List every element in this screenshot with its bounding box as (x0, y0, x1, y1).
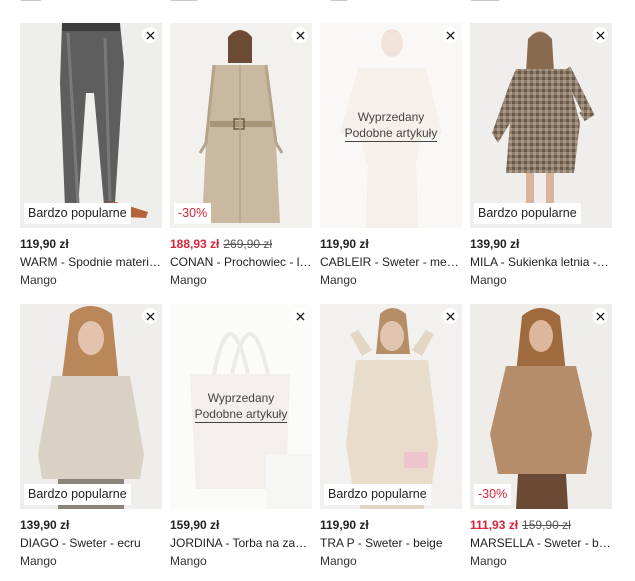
brand: Mango (20, 554, 57, 568)
price-value: 119,90 zł (320, 518, 369, 532)
close-icon (595, 311, 605, 321)
soldout-overlay: Wyprzedany Podobne artykuły (320, 23, 462, 228)
price: 119,90 zł (320, 516, 462, 534)
soldout-overlay: Wyprzedany Podobne artykuły (170, 304, 312, 509)
product-card[interactable]: Bardzo popularne 119,90 zł WARM - Spodni… (20, 23, 162, 295)
remove-button[interactable] (442, 27, 458, 43)
badge: Bardzo popularne (474, 203, 581, 224)
original-price: 269,90 zł (223, 237, 273, 251)
remove-button[interactable] (592, 27, 608, 43)
product-name[interactable]: WARM - Spodnie materi… (20, 253, 162, 271)
product-image[interactable]: Bardzo popularne (20, 23, 162, 228)
price: 119,90 zł (320, 235, 462, 253)
close-icon (445, 311, 455, 321)
badge: Bardzo popularne (324, 484, 431, 505)
price: 139,90 zł (470, 235, 612, 253)
price: 111,93 zł 159,90 zł (470, 516, 612, 534)
price-value: 159,90 zł (170, 518, 220, 532)
close-icon (595, 30, 605, 40)
remove-button[interactable] (142, 27, 158, 43)
remove-button[interactable] (442, 308, 458, 324)
brand: Mango (20, 273, 57, 287)
similar-items-link[interactable]: Podobne artykuły (344, 125, 438, 142)
discount-badge: -30% (474, 484, 512, 505)
close-icon (145, 311, 155, 321)
soldout-label: Wyprzedany (207, 391, 275, 405)
product-name[interactable]: CONAN - Prochowiec - l… (170, 253, 312, 271)
brand: Mango (320, 554, 357, 568)
price-value: 139,90 zł (20, 518, 70, 532)
product-card[interactable]: -30% 188,93 zł 269,90 zł CONAN - Prochowi… (170, 23, 312, 295)
close-icon (295, 30, 305, 40)
remove-button[interactable] (292, 27, 308, 43)
product-card[interactable]: -30% 111,93 zł 159,90 zł MARSELLA - Swete… (470, 304, 612, 576)
price-value: 119,90 zł (20, 237, 69, 251)
original-price: 159,90 zł (522, 518, 571, 532)
brand: Mango (470, 554, 507, 568)
close-icon (145, 30, 155, 40)
cropped-previous-row (0, 0, 635, 6)
product-image[interactable]: Bardzo popularne (470, 23, 612, 228)
product-card[interactable]: Bardzo popularne 139,90 zł MILA - Sukien… (470, 23, 612, 295)
product-image[interactable]: -30% (170, 23, 312, 228)
product-name[interactable]: CABLEIR - Sweter - me… (320, 253, 462, 271)
product-image[interactable]: Wyprzedany Podobne artykuły (320, 23, 462, 228)
product-name[interactable]: MILA - Sukienka letnia -… (470, 253, 612, 271)
product-image[interactable]: Bardzo popularne (320, 304, 462, 509)
product-card[interactable]: Wyprzedany Podobne artykuły 159,90 zł JO… (170, 304, 312, 576)
similar-items-link[interactable]: Podobne artykuły (194, 406, 288, 423)
brand: Mango (320, 273, 357, 287)
badge: Bardzo popularne (24, 484, 131, 505)
product-image[interactable]: -30% (470, 304, 612, 509)
price-value: 111,93 zł (470, 518, 519, 532)
price-value: 188,93 zł (170, 237, 220, 251)
brand: Mango (170, 273, 207, 287)
discount-badge: -30% (174, 203, 212, 224)
remove-button[interactable] (592, 308, 608, 324)
price-value: 119,90 zł (320, 237, 369, 251)
product-card[interactable]: Wyprzedany Podobne artykuły 119,90 zł CA… (320, 23, 462, 295)
product-name[interactable]: MARSELLA - Sweter - b… (470, 534, 612, 552)
price: 188,93 zł 269,90 zł (170, 235, 312, 253)
remove-button[interactable] (292, 308, 308, 324)
price: 119,90 zł (20, 235, 162, 253)
price-value: 139,90 zł (470, 237, 520, 251)
product-image[interactable]: Wyprzedany Podobne artykuły (170, 304, 312, 509)
product-card[interactable]: Bardzo popularne 139,90 zł DIAGO - Swete… (20, 304, 162, 576)
product-card[interactable]: Bardzo popularne 119,90 zł TRA P - Swete… (320, 304, 462, 576)
product-name[interactable]: JORDINA - Torba na za… (170, 534, 312, 552)
brand: Mango (170, 554, 207, 568)
close-icon (445, 30, 455, 40)
product-grid: Bardzo popularne 119,90 zł WARM - Spodni… (20, 23, 613, 576)
product-name[interactable]: DIAGO - Sweter - ecru (20, 534, 162, 552)
remove-button[interactable] (142, 308, 158, 324)
brand: Mango (470, 273, 507, 287)
price: 139,90 zł (20, 516, 162, 534)
close-icon (295, 311, 305, 321)
product-image[interactable]: Bardzo popularne (20, 304, 162, 509)
product-name[interactable]: TRA P - Sweter - beige (320, 534, 462, 552)
price: 159,90 zł (170, 516, 312, 534)
soldout-label: Wyprzedany (357, 110, 425, 124)
badge: Bardzo popularne (24, 203, 131, 224)
